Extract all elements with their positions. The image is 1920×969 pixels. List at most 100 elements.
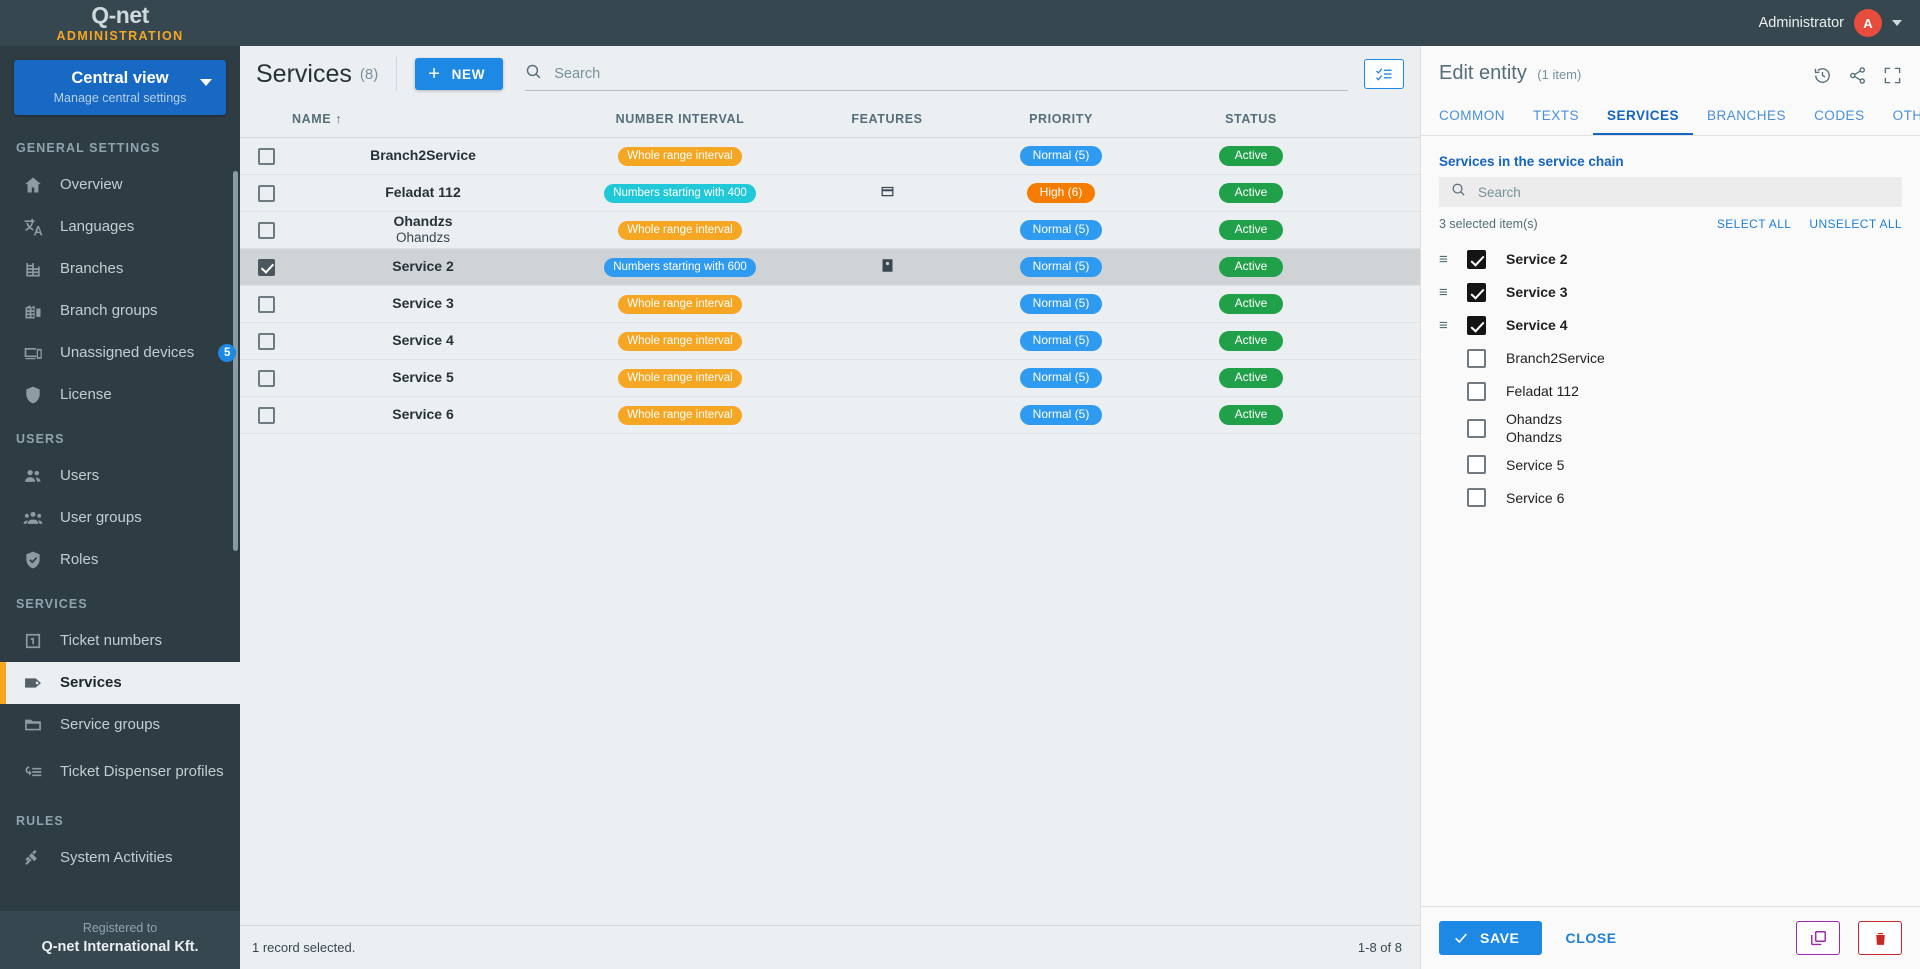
central-view-selector[interactable]: Central view Manage central settings bbox=[14, 60, 226, 115]
list-item-checkbox[interactable] bbox=[1467, 455, 1486, 475]
main-header: Services (8) + NEW bbox=[240, 46, 1420, 102]
column-header-number-interval[interactable]: NUMBER INTERVAL bbox=[552, 102, 808, 138]
sidebar-item-license[interactable]: License bbox=[0, 374, 240, 416]
sidebar-item-roles[interactable]: Roles bbox=[0, 539, 240, 581]
trash-icon bbox=[1875, 932, 1885, 945]
status-badge: Active bbox=[1218, 330, 1284, 352]
history-icon[interactable] bbox=[1813, 66, 1832, 90]
table-row[interactable]: Branch2Service Whole range interval Normal… bbox=[240, 137, 1420, 175]
column-header-priority[interactable]: PRIORITY bbox=[966, 102, 1156, 138]
sidebar-item-languages[interactable]: Languages bbox=[0, 206, 240, 248]
sidebar-item-ticket-numbers[interactable]: Ticket numbers bbox=[0, 620, 240, 662]
search-input[interactable] bbox=[554, 65, 1348, 82]
list-item-checkbox[interactable] bbox=[1467, 283, 1486, 302]
new-button[interactable]: + NEW bbox=[415, 58, 504, 90]
select-all-button[interactable]: SELECT ALL bbox=[1717, 217, 1792, 231]
list-item-checkbox[interactable] bbox=[1467, 488, 1486, 508]
row-checkbox[interactable] bbox=[257, 258, 275, 276]
list-item[interactable]: ≡ Service 4 bbox=[1439, 309, 1902, 342]
panel-search-input[interactable] bbox=[1478, 184, 1890, 200]
list-item-checkbox[interactable] bbox=[1467, 349, 1486, 368]
column-header-name[interactable]: NAME ↑ bbox=[292, 102, 552, 138]
service-chain-list: ≡ Service 2 ≡ Service 3 ≡ Service 4 ≡Branch2Se… bbox=[1439, 241, 1902, 514]
list-item-checkbox[interactable] bbox=[1467, 250, 1486, 269]
table-row[interactable]: Service 6 Whole range interval Normal (5) A… bbox=[240, 396, 1420, 434]
edit-panel-header: Edit entity (1 item) bbox=[1421, 46, 1920, 90]
sidebar-item-ticket-dispenser-profiles[interactable]: Ticket Dispenser profiles bbox=[0, 746, 240, 798]
sidebar-item-system-activities[interactable]: System Activities bbox=[0, 837, 240, 879]
sidebar-item-user-groups[interactable]: User groups bbox=[0, 497, 240, 539]
table-row[interactable]: Service 4 Whole range interval Normal (5) A… bbox=[240, 322, 1420, 360]
sidebar-item-branches[interactable]: Branches bbox=[0, 248, 240, 290]
row-spacer-cell bbox=[1346, 396, 1420, 434]
close-button[interactable]: CLOSE bbox=[1550, 930, 1633, 946]
list-item[interactable]: ≡Feladat 112 bbox=[1439, 375, 1902, 408]
number-interval-chip: Numbers starting with 600 bbox=[604, 257, 756, 278]
row-checkbox[interactable] bbox=[257, 332, 275, 350]
row-checkbox-cell bbox=[240, 137, 292, 175]
row-checkbox[interactable] bbox=[257, 406, 275, 424]
table-row[interactable]: Service 3 Whole range interval Normal (5) A… bbox=[240, 285, 1420, 323]
share-icon[interactable] bbox=[1848, 66, 1867, 90]
row-name-cell: Service 6 bbox=[292, 396, 552, 434]
user-menu[interactable]: Administrator A bbox=[1759, 9, 1920, 37]
list-item[interactable]: ≡ Service 3 bbox=[1439, 276, 1902, 309]
column-header-status[interactable]: STATUS bbox=[1156, 102, 1346, 138]
list-item-checkbox[interactable] bbox=[1467, 316, 1486, 335]
tab-services[interactable]: SERVICES bbox=[1593, 102, 1694, 135]
fullscreen-icon[interactable] bbox=[1883, 66, 1902, 90]
unselect-all-button[interactable]: UNSELECT ALL bbox=[1809, 217, 1902, 231]
drag-handle-icon[interactable]: ≡ bbox=[1439, 318, 1455, 333]
sidebar-item-overview[interactable]: Overview bbox=[0, 164, 240, 206]
list-item[interactable]: ≡ Service 2 bbox=[1439, 243, 1902, 276]
sidebar-item-unassigned-devices[interactable]: Unassigned devices 5 bbox=[0, 332, 240, 374]
list-item-checkbox[interactable] bbox=[1467, 418, 1486, 438]
list-item-checkbox[interactable] bbox=[1467, 382, 1486, 401]
tab-texts[interactable]: TEXTS bbox=[1519, 102, 1593, 135]
sidebar-item-service-groups[interactable]: Service groups bbox=[0, 704, 240, 746]
table-row[interactable]: Ohandzs Ohandzs Whole range interval Normal… bbox=[240, 211, 1420, 249]
table-row[interactable]: Feladat 112 Numbers starting with 400 High… bbox=[240, 174, 1420, 212]
row-name: Branch2Service bbox=[370, 147, 476, 164]
avatar[interactable]: A bbox=[1854, 9, 1882, 37]
status-badge: Active bbox=[1218, 145, 1284, 167]
list-item[interactable]: ≡Service 5 bbox=[1439, 448, 1902, 481]
tab-common[interactable]: COMMON bbox=[1439, 102, 1519, 135]
drag-handle-icon[interactable]: ≡ bbox=[1439, 285, 1455, 300]
row-status-cell: Active bbox=[1156, 137, 1346, 175]
table-row[interactable]: Service 2 Numbers starting with 600 Normal… bbox=[240, 248, 1420, 286]
sidebar-item-label: Roles bbox=[60, 551, 99, 569]
table-body: Branch2Service Whole range interval Normal… bbox=[240, 137, 1420, 434]
tag-icon bbox=[22, 672, 44, 694]
list-item-label: Branch2Service bbox=[1506, 350, 1605, 367]
sidebar-item-services[interactable]: Services bbox=[0, 662, 240, 704]
search-field-wrapper[interactable] bbox=[525, 57, 1348, 91]
list-item[interactable]: ≡Branch2Service bbox=[1439, 342, 1902, 375]
row-checkbox[interactable] bbox=[257, 221, 275, 239]
delete-button[interactable] bbox=[1858, 921, 1902, 955]
panel-search-wrapper[interactable] bbox=[1439, 177, 1902, 207]
tab-branches[interactable]: BRANCHES bbox=[1693, 102, 1800, 135]
duplicate-button[interactable] bbox=[1796, 921, 1840, 955]
sidebar-item-label: Overview bbox=[60, 176, 123, 194]
list-item[interactable]: ≡Service 6 bbox=[1439, 481, 1902, 514]
save-button[interactable]: SAVE bbox=[1439, 921, 1542, 955]
row-checkbox[interactable] bbox=[257, 184, 275, 202]
drag-handle-icon[interactable]: ≡ bbox=[1439, 252, 1455, 267]
column-selector-button[interactable] bbox=[1364, 59, 1404, 89]
sidebar-item-users[interactable]: Users bbox=[0, 455, 240, 497]
row-priority-cell: Normal (5) bbox=[966, 396, 1156, 434]
list-item[interactable]: ≡OhandzsOhandzs bbox=[1439, 408, 1902, 448]
sidebar-item-branch-groups[interactable]: Branch groups bbox=[0, 290, 240, 332]
column-header-features[interactable]: FEATURES bbox=[808, 102, 966, 138]
table-row[interactable]: Service 5 Whole range interval Normal (5) A… bbox=[240, 359, 1420, 397]
chevron-down-icon[interactable] bbox=[200, 79, 212, 86]
row-name: Service 2 bbox=[392, 258, 454, 275]
chevron-down-icon[interactable] bbox=[1892, 20, 1902, 26]
tab-others[interactable]: OTHERS bbox=[1879, 102, 1920, 135]
row-name: Ohandzs bbox=[393, 212, 453, 229]
row-checkbox[interactable] bbox=[257, 147, 275, 165]
tab-codes[interactable]: CODES bbox=[1800, 102, 1879, 135]
row-checkbox[interactable] bbox=[257, 369, 275, 387]
row-checkbox[interactable] bbox=[257, 295, 275, 313]
